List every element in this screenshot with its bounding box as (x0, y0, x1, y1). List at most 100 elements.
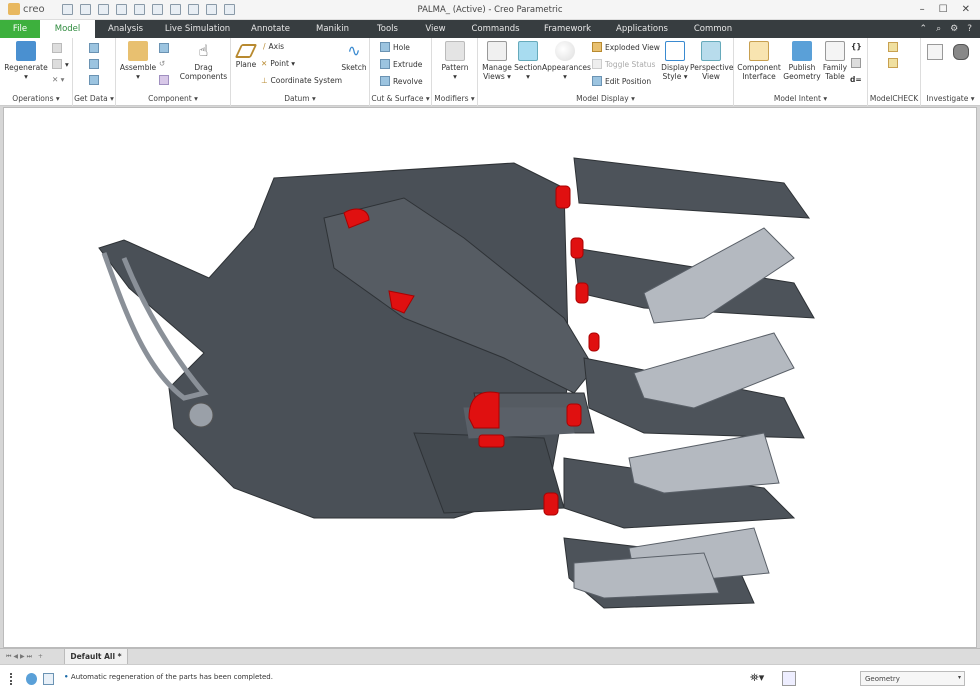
get-data-icon-3[interactable] (89, 75, 99, 85)
pattern-button[interactable]: Pattern ▾ (436, 41, 474, 81)
tab-framework[interactable]: Framework (540, 20, 595, 38)
toggle-status-button[interactable]: Toggle Status (592, 59, 655, 69)
hand-assembly-model[interactable] (4, 108, 978, 649)
window-title: PALMA_ (Active) - Creo Parametric (417, 5, 563, 15)
display-style-icon (665, 41, 685, 61)
exploded-view-button[interactable]: Exploded View (592, 42, 660, 52)
selection-filter-dropdown[interactable]: Geometry ▾ (860, 671, 965, 686)
investigate-links-icon[interactable] (953, 44, 969, 60)
get-data-icon-1[interactable] (89, 43, 99, 53)
collapse-ribbon-icon[interactable]: ⌃ (920, 24, 928, 34)
pattern-icon (445, 41, 465, 61)
component-interface-button[interactable]: Component Interface (736, 41, 782, 81)
tab-file[interactable]: File (0, 20, 40, 38)
hole-icon (380, 42, 390, 52)
exploded-view-icon (592, 42, 602, 52)
csys-icon: ⊥ (261, 76, 268, 85)
group-modifiers: Pattern ▾ Modifiers ▾ (432, 38, 478, 106)
find-binoculars-icon[interactable]: ⛯▾ (750, 671, 764, 685)
point-button[interactable]: ✕ Point ▾ (261, 59, 295, 68)
group-label: Model Intent ▾ (773, 94, 828, 103)
modelcheck-icon-1[interactable] (888, 42, 898, 52)
minimize-button[interactable]: – (920, 4, 925, 15)
close-button[interactable]: ✕ (962, 4, 970, 15)
display-style-button[interactable]: Display Style ▾ (660, 41, 690, 81)
tab-manikin[interactable]: Manikin (305, 20, 360, 38)
tab-live-simulation[interactable]: Live Simulation (160, 20, 235, 38)
tab-navigation-arrows[interactable]: ⏮◀▶⏭ + (6, 653, 45, 661)
tab-view[interactable]: View (418, 20, 453, 38)
sketch-button[interactable]: ∿ Sketch (339, 41, 369, 72)
publish-geometry-button[interactable]: Publish Geometry (782, 41, 822, 81)
hole-button[interactable]: Hole (380, 42, 410, 52)
regenerate-icon (16, 41, 36, 61)
axis-button[interactable]: / Axis (263, 42, 284, 51)
graphics-window[interactable] (3, 107, 977, 648)
tab-analysis[interactable]: Analysis (98, 20, 153, 38)
group-label: Component ▾ (148, 94, 198, 103)
regenerate-button[interactable]: Regenerate ▾ (4, 41, 48, 81)
help-icon[interactable]: ? (967, 24, 972, 34)
section-button[interactable]: Section ▾ (514, 41, 542, 81)
extrude-button[interactable]: Extrude (380, 59, 422, 69)
group-label: Model Display ▾ (576, 94, 635, 103)
plane-icon (234, 44, 258, 58)
model-tree-icon[interactable] (10, 673, 20, 685)
braces-icon[interactable]: {} (851, 42, 862, 51)
manage-views-button[interactable]: Manage Views ▾ (480, 41, 514, 81)
appearance-sphere-icon (555, 41, 575, 61)
tab-annotate[interactable]: Annotate (243, 20, 298, 38)
group-label: Operations ▾ (12, 94, 60, 103)
copy-icon[interactable] (52, 43, 62, 53)
paste-icon[interactable]: ▾ (52, 59, 69, 69)
tab-tools[interactable]: Tools (365, 20, 410, 38)
group-model-display: Manage Views ▾ Section ▾ Appearances ▾ Exp… (478, 38, 734, 106)
group-get-data: Get Data ▾ (73, 38, 116, 106)
model-tab-strip: ⏮◀▶⏭ + Default All * (0, 648, 980, 665)
parameters-icon[interactable] (851, 58, 861, 68)
tab-model[interactable]: Model (40, 20, 95, 38)
full-screen-icon[interactable] (43, 673, 54, 685)
drag-components-button[interactable]: ☝ Drag Components (176, 41, 231, 81)
plane-button[interactable]: Plane (233, 41, 259, 69)
group-component: Assemble ▾ ↺ ☝ Drag Components Component ▾ (116, 38, 231, 106)
hand-icon: ☝ (198, 41, 209, 60)
tab-default-all[interactable]: Default All * (64, 649, 128, 665)
appearances-button[interactable]: Appearances ▾ (542, 41, 591, 81)
status-message: • Automatic regeneration of the parts ha… (64, 673, 273, 681)
assemble-button[interactable]: Assemble ▾ (118, 41, 158, 81)
toggle-status-icon (592, 59, 602, 69)
perspective-icon (701, 41, 721, 61)
get-data-icon-2[interactable] (89, 59, 99, 69)
maximize-button[interactable]: ☐ (939, 4, 948, 15)
group-label: ModelCHECK (869, 94, 919, 103)
tab-commands[interactable]: Commands (468, 20, 523, 38)
selection-filter-icon[interactable] (782, 671, 796, 686)
status-bar: • Automatic regeneration of the parts ha… (0, 664, 980, 692)
edit-position-button[interactable]: Edit Position (592, 76, 651, 86)
investigate-report-icon[interactable] (927, 44, 943, 60)
search-icon[interactable]: ⌕ (936, 24, 941, 34)
browser-icon[interactable] (26, 673, 37, 685)
modelcheck-icon-2[interactable] (888, 58, 898, 68)
delete-icon[interactable]: ✕ ▾ (52, 75, 64, 84)
group-label: Cut & Surface ▾ (371, 94, 430, 103)
group-datum: Plane / Axis ✕ Point ▾ ⊥ Coordinate System … (231, 38, 370, 106)
settings-icon[interactable]: ⚙ (950, 24, 958, 34)
status-icons (10, 673, 54, 685)
group-model-intent: Component Interface Publish Geometry Fam… (734, 38, 868, 106)
revolve-button[interactable]: Revolve (380, 76, 423, 86)
coordinate-system-button[interactable]: ⊥ Coordinate System (261, 76, 342, 85)
family-table-icon (825, 41, 845, 61)
axis-icon: / (263, 42, 266, 51)
family-table-button[interactable]: Family Table (822, 41, 848, 81)
tab-applications[interactable]: Applications (612, 20, 672, 38)
refresh-icon[interactable]: ↺ (159, 59, 165, 68)
ribbon-tabs: File Model Analysis Live Simulation Anno… (0, 20, 980, 38)
tab-common[interactable]: Common (688, 20, 738, 38)
extrude-icon (380, 59, 390, 69)
component-icon-1[interactable] (159, 43, 169, 53)
mirror-icon[interactable] (159, 75, 169, 85)
perspective-view-button[interactable]: Perspective View (690, 41, 733, 81)
relations-button[interactable]: d= (850, 75, 862, 84)
